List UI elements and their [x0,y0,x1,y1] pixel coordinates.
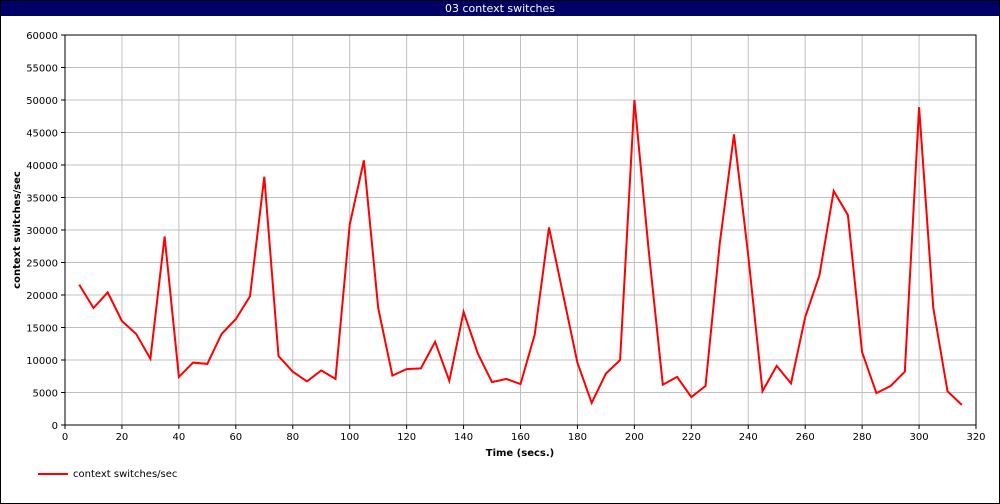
y-tick-label: 5000 [33,389,58,400]
x-axis-title: Time (secs.) [486,448,555,459]
x-tick-label: 320 [966,432,985,443]
x-tick-label: 0 [62,432,68,443]
y-axis-ticks: 0 5000 10000 15000 20000 25000 30000 35000 40000… [26,31,65,432]
legend-label: context switches/sec [73,469,177,480]
x-tick-label: 100 [340,432,359,443]
y-tick-label: 45000 [26,129,58,140]
y-axis-title: context switches/sec [12,171,23,289]
x-tick-label: 280 [853,432,872,443]
x-tick-label: 180 [568,432,587,443]
y-tick-label: 60000 [26,31,58,42]
x-tick-label: 160 [511,432,530,443]
x-tick-label: 20 [116,432,129,443]
y-tick-label: 20000 [26,291,58,302]
x-tick-label: 120 [397,432,416,443]
x-tick-label: 240 [739,432,758,443]
x-tick-label: 80 [286,432,299,443]
y-tick-label: 55000 [26,64,58,75]
x-tick-label: 300 [910,432,929,443]
y-tick-label: 10000 [26,356,58,367]
legend: context switches/sec [38,469,177,480]
y-tick-label: 30000 [26,226,58,237]
x-tick-label: 40 [173,432,186,443]
y-tick-label: 40000 [26,161,58,172]
y-tick-label: 0 [52,421,58,432]
x-tick-label: 140 [454,432,473,443]
y-tick-label: 35000 [26,194,58,205]
x-tick-label: 220 [682,432,701,443]
x-tick-label: 260 [796,432,815,443]
y-tick-label: 25000 [26,259,58,270]
y-tick-label: 15000 [26,324,58,335]
y-tick-label: 50000 [26,96,58,107]
chart-area: 0 20 40 60 80 100 120 140 160 180 200 220 240 260 280 3… [12,31,986,480]
x-tick-label: 200 [625,432,644,443]
x-tick-label: 60 [229,432,242,443]
x-axis-ticks: 0 20 40 60 80 100 120 140 160 180 200 220 240 260 280 3… [62,425,986,443]
